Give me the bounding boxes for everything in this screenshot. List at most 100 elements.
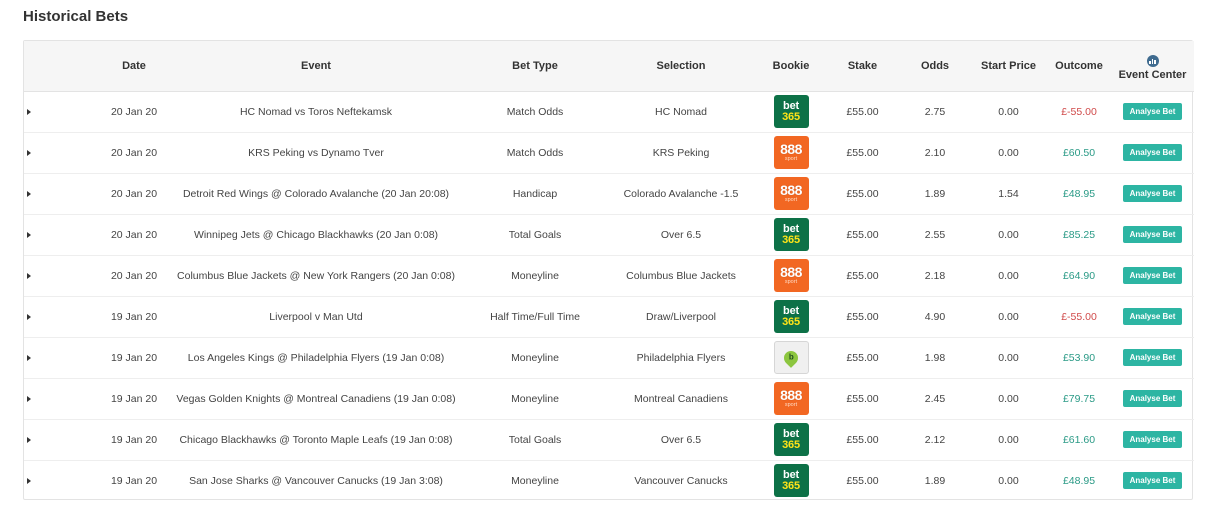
cell-event-center: Analyse Bet <box>1111 378 1194 419</box>
cell-bet-type: Moneyline <box>511 351 559 364</box>
cell-date: 19 Jan 20 <box>110 433 158 446</box>
cell-stake: £55.00 <box>846 187 879 200</box>
bookie-logo-line1: 888 <box>780 264 802 281</box>
cell-odds: 1.89 <box>924 474 946 487</box>
row-expander-cell <box>24 132 101 173</box>
cell-start-price: 0.00 <box>998 351 1019 364</box>
header-odds[interactable]: Odds <box>900 41 970 92</box>
cell-start-price: 0.00 <box>998 392 1019 405</box>
cell-selection: Draw/Liverpool <box>645 310 717 323</box>
expand-caret-icon[interactable] <box>27 149 31 156</box>
bookie-logo-888: 888 sport <box>773 177 809 210</box>
table-row: 19 Jan 20 Chicago Blackhawks @ Toronto M… <box>24 419 1194 460</box>
cell-selection: Philadelphia Flyers <box>636 351 726 364</box>
analyse-bet-button[interactable]: Analyse Bet <box>1122 103 1183 120</box>
cell-outcome: £79.75 <box>1062 392 1096 405</box>
cell-event: Detroit Red Wings @ Colorado Avalanche (… <box>182 187 450 200</box>
bets-table: Date Event Bet Type Selection Bookie Sta… <box>24 41 1194 501</box>
row-expander-cell <box>24 214 101 255</box>
analyse-bet-button[interactable]: Analyse Bet <box>1122 472 1183 490</box>
cell-bookie: bet 365 <box>757 91 825 132</box>
cell-odds: 1.98 <box>924 351 946 364</box>
cell-event: Los Angeles Kings @ Philadelphia Flyers … <box>187 351 445 364</box>
expand-caret-icon[interactable] <box>27 354 31 361</box>
header-start-price[interactable]: Start Price <box>970 41 1047 92</box>
analyse-bet-button[interactable]: Analyse Bet <box>1122 226 1183 243</box>
cell-event-center: Analyse Bet <box>1111 214 1194 255</box>
cell-start-price: 0.00 <box>998 310 1019 323</box>
cell-date: 20 Jan 20 <box>110 146 158 159</box>
expand-caret-icon[interactable] <box>27 272 31 279</box>
cell-date: 20 Jan 20 <box>110 105 158 118</box>
cell-bet-type: Total Goals <box>508 228 562 241</box>
header-selection[interactable]: Selection <box>605 41 757 92</box>
analyse-bet-button[interactable]: Analyse Bet <box>1122 349 1183 366</box>
bar-chart-icon <box>1146 54 1159 67</box>
cell-date: 20 Jan 20 <box>110 228 158 241</box>
analyse-bet-button[interactable]: Analyse Bet <box>1122 431 1183 448</box>
bookie-logo-888: 888 sport <box>773 259 809 292</box>
header-date[interactable]: Date <box>101 41 167 92</box>
cell-event: San Jose Sharks @ Vancouver Canucks (19 … <box>189 474 443 487</box>
cell-stake: £55.00 <box>846 392 879 405</box>
historical-bets-table: Date Event Bet Type Selection Bookie Sta… <box>23 40 1194 501</box>
header-bet-type[interactable]: Bet Type <box>465 41 605 92</box>
bookie-logo-line1: 888 <box>780 387 802 404</box>
cell-bet-type: Handicap <box>512 187 558 200</box>
cell-outcome: £85.25 <box>1062 228 1096 241</box>
cell-bookie: bet 365 <box>757 296 825 337</box>
bookie-logo-line2: sport <box>784 279 798 286</box>
cell-start-price: 1.54 <box>998 187 1019 200</box>
bookie-logo-line1: 888 <box>780 182 802 199</box>
row-expander-cell <box>24 337 101 378</box>
cell-date: 19 Jan 20 <box>110 392 158 405</box>
expand-caret-icon[interactable] <box>27 395 31 402</box>
cell-outcome: £48.95 <box>1062 187 1096 200</box>
row-expander-cell <box>24 419 101 460</box>
cell-odds: 4.90 <box>924 310 946 323</box>
analyse-bet-button[interactable]: Analyse Bet <box>1122 267 1183 284</box>
expand-caret-icon[interactable] <box>27 313 31 320</box>
cell-bookie: 888 sport <box>757 255 825 296</box>
analyse-bet-button[interactable]: Analyse Bet <box>1122 390 1183 407</box>
cell-event-center: Analyse Bet <box>1111 173 1194 214</box>
bookie-logo-line2: sport <box>784 197 798 204</box>
analyse-bet-button[interactable]: Analyse Bet <box>1122 308 1183 325</box>
cell-event-center: Analyse Bet <box>1111 419 1194 460</box>
analyse-bet-button[interactable]: Analyse Bet <box>1122 185 1183 202</box>
row-expander-cell <box>24 255 101 296</box>
row-expander-cell <box>24 173 101 214</box>
cell-bet-type: Match Odds <box>506 146 564 159</box>
cell-event: Winnipeg Jets @ Chicago Blackhawks (20 J… <box>193 228 439 241</box>
row-expander-cell <box>24 91 101 132</box>
table-row: 19 Jan 20 San Jose Sharks @ Vancouver Ca… <box>24 460 1194 501</box>
cell-outcome: £53.90 <box>1062 351 1096 364</box>
header-outcome[interactable]: Outcome <box>1047 41 1111 92</box>
cell-stake: £55.00 <box>846 269 879 282</box>
cell-selection: Montreal Canadiens <box>634 392 728 405</box>
analyse-bet-button[interactable]: Analyse Bet <box>1122 144 1183 161</box>
cell-date: 19 Jan 20 <box>110 474 158 487</box>
table-body: 20 Jan 20 HC Nomad vs Toros Neftekamsk M… <box>24 91 1194 501</box>
table-header-row: Date Event Bet Type Selection Bookie Sta… <box>24 41 1194 92</box>
cell-outcome: £-55.00 <box>1061 310 1097 323</box>
cell-bookie: bet 365 <box>757 460 825 501</box>
bookie-logo-bet365: bet 365 <box>773 218 809 251</box>
cell-stake: £55.00 <box>846 228 879 241</box>
cell-odds: 2.45 <box>924 392 946 405</box>
cell-event: Liverpool v Man Utd <box>269 310 363 323</box>
cell-event-center: Analyse Bet <box>1111 460 1194 501</box>
cell-outcome: £-55.00 <box>1061 105 1097 118</box>
expand-caret-icon[interactable] <box>27 477 31 484</box>
header-bookie[interactable]: Bookie <box>757 41 825 92</box>
table-row: 19 Jan 20 Liverpool v Man Utd Half Time/… <box>24 296 1194 337</box>
header-event[interactable]: Event <box>167 41 465 92</box>
cell-stake: £55.00 <box>846 433 879 446</box>
header-stake[interactable]: Stake <box>825 41 900 92</box>
expand-caret-icon[interactable] <box>27 231 31 238</box>
bookie-logo-bet365: bet 365 <box>773 300 809 333</box>
cell-bookie: 888 sport <box>757 378 825 419</box>
expand-caret-icon[interactable] <box>27 436 31 443</box>
expand-caret-icon[interactable] <box>27 190 31 197</box>
expand-caret-icon[interactable] <box>27 108 31 115</box>
